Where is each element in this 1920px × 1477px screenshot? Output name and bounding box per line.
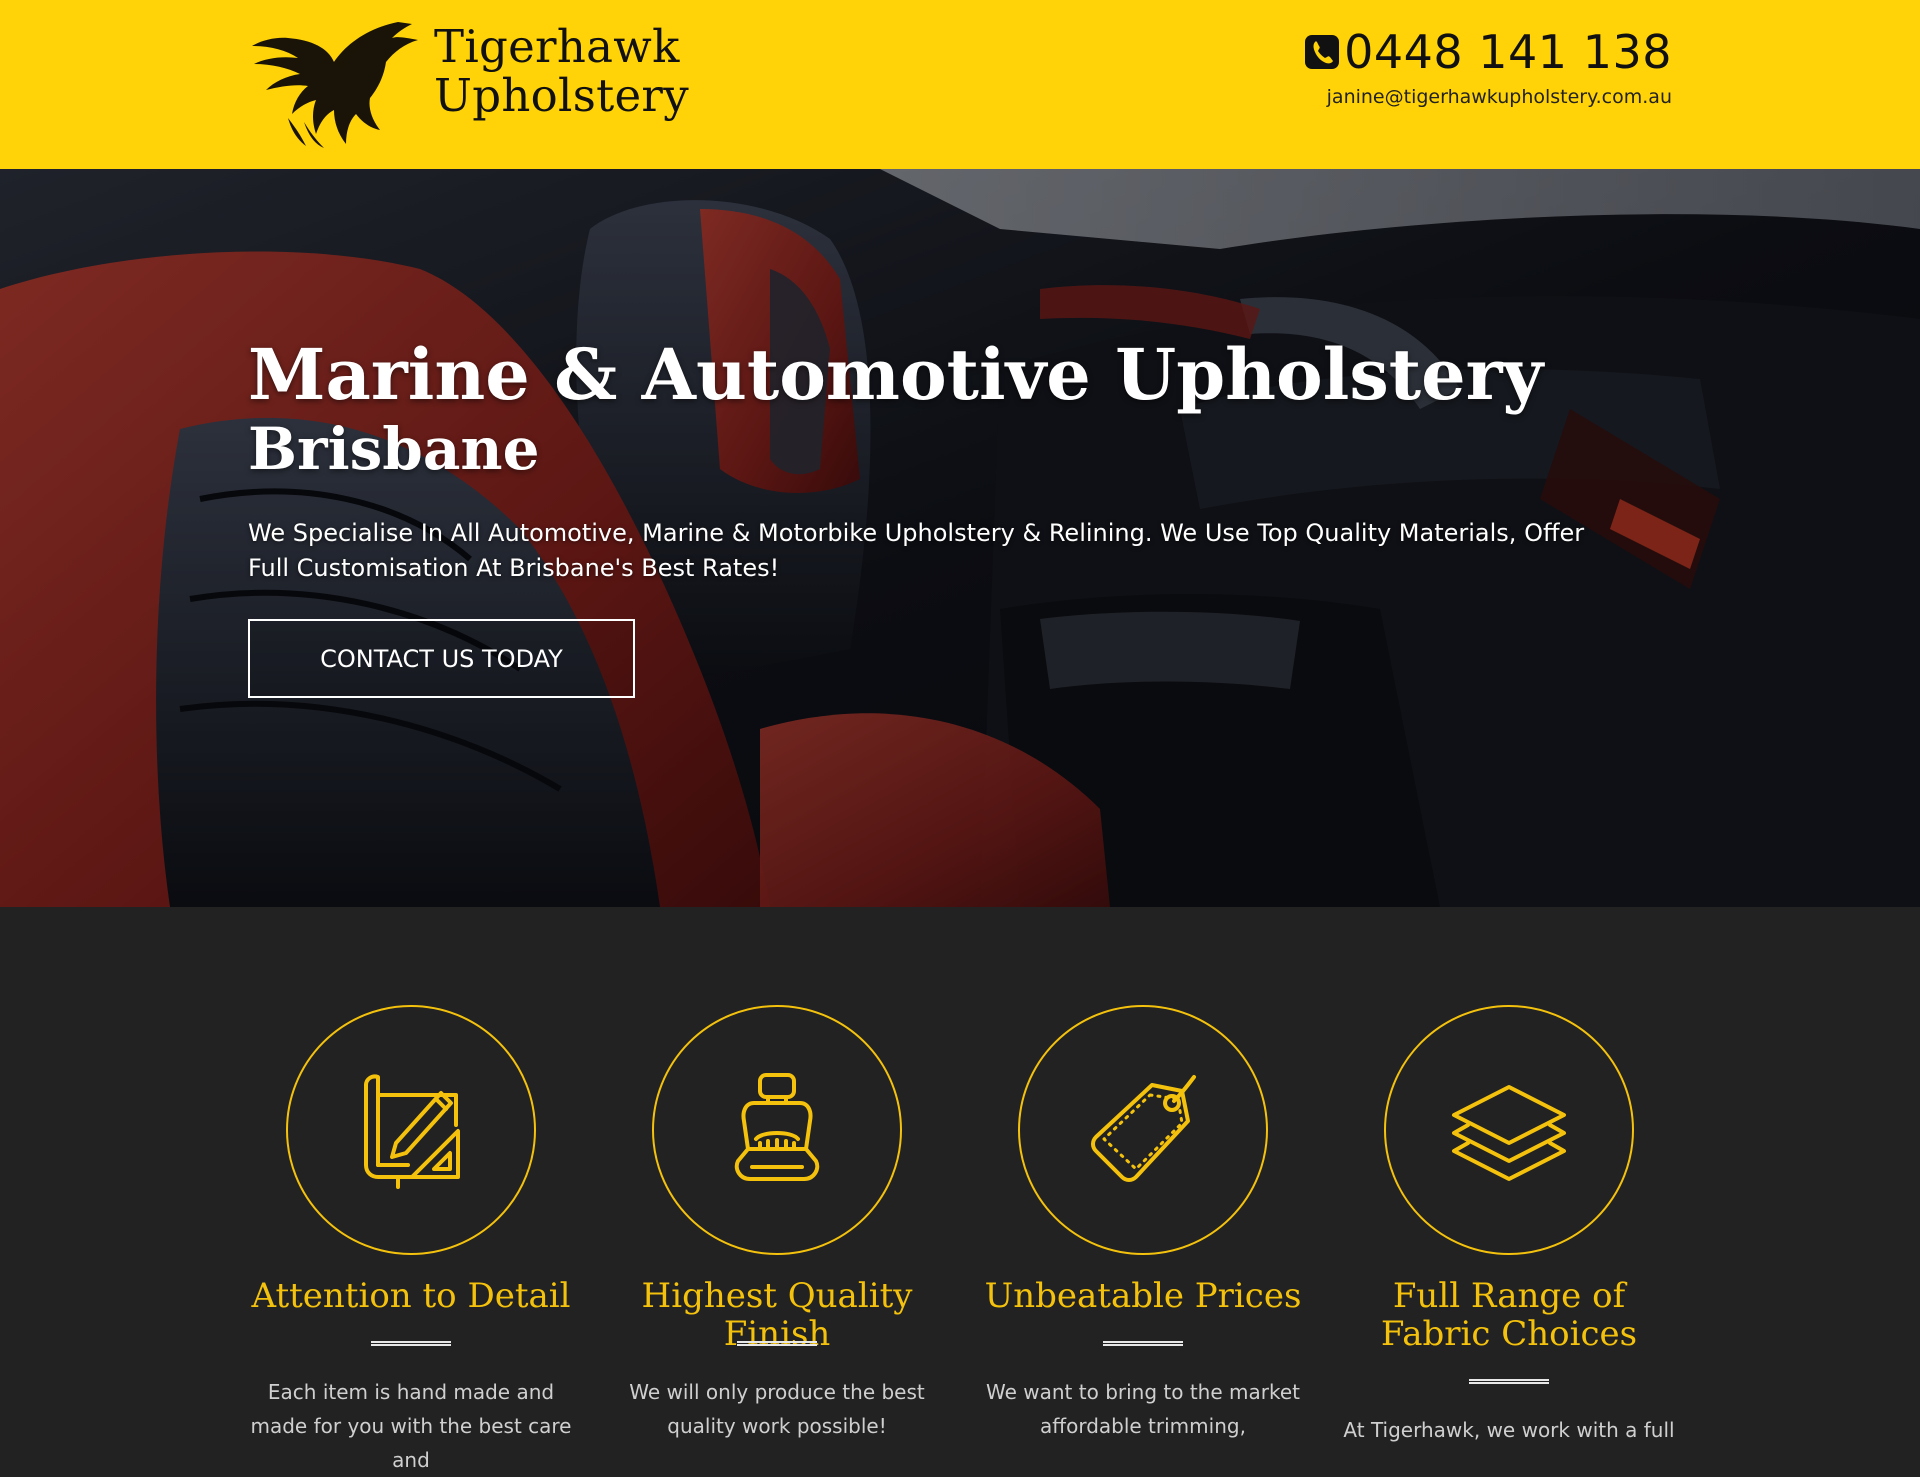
feature-icon-circle xyxy=(652,1005,902,1255)
site-logo[interactable]: Tigerhawk Upholstery xyxy=(248,18,689,154)
logo-wordmark: Tigerhawk Upholstery xyxy=(434,22,689,120)
feature-title: Attention to Detail xyxy=(251,1276,571,1316)
phone-number: 0448 141 138 xyxy=(1344,25,1672,79)
phone-link[interactable]: 0448 141 138 xyxy=(1304,24,1672,80)
feature-icon-circle xyxy=(286,1005,536,1255)
feature-description: We will only produce the best quality wo… xyxy=(629,1380,925,1438)
feature-divider xyxy=(1103,1341,1183,1346)
hero-banner: Marine & Automotive Upholstery Brisbane … xyxy=(0,169,1920,907)
feature-description: Each item is hand made and made for you … xyxy=(250,1380,572,1472)
feature-divider xyxy=(371,1341,451,1346)
site-header: Tigerhawk Upholstery 0448 141 138 janine… xyxy=(0,0,1920,169)
feature-icon-circle xyxy=(1384,1005,1634,1255)
header-contact: 0448 141 138 janine@tigerhawkupholstery.… xyxy=(1304,24,1672,108)
hero-content: Marine & Automotive Upholstery Brisbane … xyxy=(248,334,1668,698)
feature-divider xyxy=(737,1341,817,1346)
logo-line-1: Tigerhawk xyxy=(434,20,680,73)
feature-description: At Tigerhawk, we work with a full xyxy=(1343,1418,1675,1442)
hero-subtitle: Brisbane xyxy=(248,415,540,483)
hawk-logo-icon xyxy=(252,22,418,148)
contact-us-button[interactable]: CONTACT US TODAY xyxy=(248,619,635,698)
price-tag-icon xyxy=(1091,1075,1196,1182)
blueprint-icon xyxy=(364,1074,460,1189)
feature-title: Unbeatable Prices xyxy=(984,1276,1302,1316)
car-seat-icon xyxy=(734,1073,820,1181)
hero-description: We Specialise In All Automotive, Marine … xyxy=(248,519,1585,582)
email-link[interactable]: janine@tigerhawkupholstery.com.au xyxy=(1304,86,1672,108)
feature-icon-circle xyxy=(1018,1005,1268,1255)
feature-description: We want to bring to the market affordabl… xyxy=(986,1380,1300,1438)
feature-title: Full Range of Fabric Choices xyxy=(1380,1276,1638,1354)
fabric-layers-icon xyxy=(1452,1085,1566,1181)
feature-divider xyxy=(1469,1379,1549,1384)
features-section: Attention to Detail Each item is hand ma… xyxy=(0,907,1920,1472)
logo-line-2: Upholstery xyxy=(434,69,689,122)
hero-title: Marine & Automotive Upholstery xyxy=(248,333,1544,416)
phone-icon xyxy=(1305,35,1340,69)
